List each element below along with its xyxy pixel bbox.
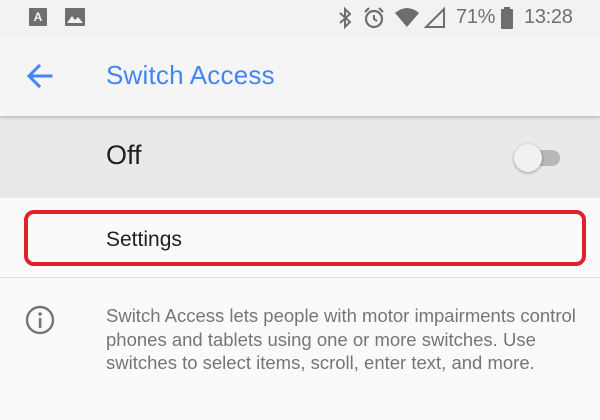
arrow-back-icon (26, 63, 53, 89)
notification-icons: A (28, 7, 86, 27)
info-icon (25, 305, 55, 335)
clock: 13:28 (524, 6, 573, 28)
page-title: Switch Access (106, 60, 275, 90)
back-button[interactable] (24, 60, 56, 92)
settings-label: Settings (106, 228, 182, 251)
master-switch-row[interactable]: Off (0, 116, 600, 198)
switch-state-label: Off (106, 140, 142, 170)
switch-access-toggle[interactable] (514, 144, 564, 172)
alarm-icon (364, 7, 384, 29)
bluetooth-icon (339, 6, 352, 30)
battery-percent: 71% (456, 6, 496, 28)
svg-text:A: A (34, 10, 43, 24)
wifi-icon (395, 8, 419, 27)
font-notification-icon: A (29, 8, 47, 26)
image-notification-icon (65, 8, 85, 26)
battery-icon (501, 7, 513, 29)
cell-signal-icon (424, 6, 445, 28)
switch-access-screen: A 71% 13:28 Switch Access Off Settings S… (0, 0, 600, 420)
feature-description: Switch Access lets people with motor imp… (106, 305, 576, 373)
status-bar: A 71% 13:28 (0, 0, 600, 36)
toggle-thumb (514, 144, 542, 172)
app-bar: Switch Access (0, 36, 600, 116)
